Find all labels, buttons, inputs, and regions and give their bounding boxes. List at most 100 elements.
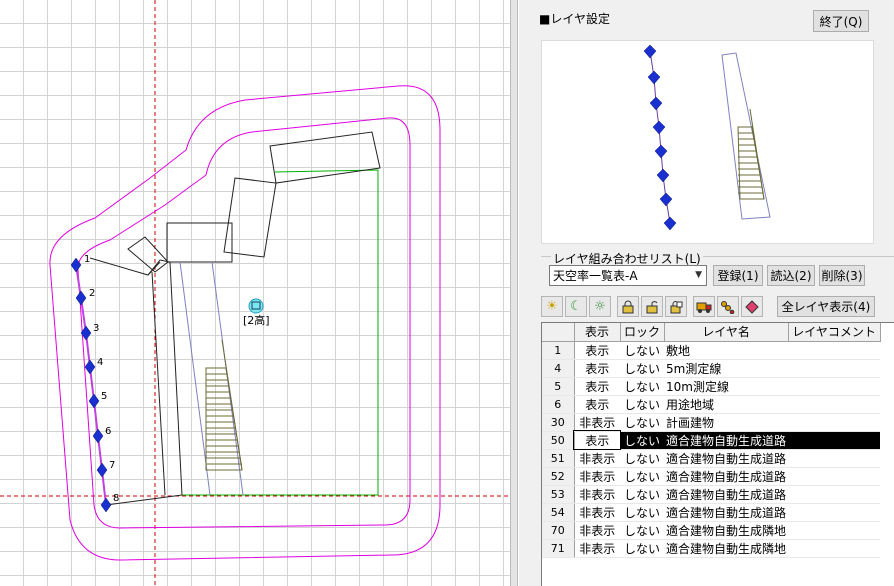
visibility-cell[interactable]: 表示 [574,341,620,360]
lock-icon[interactable] [617,296,639,317]
table-row[interactable]: 53 非表示 しない 適合建物自動生成道路 [542,485,881,504]
row-number: 70 [542,521,575,540]
sun-moon-icon[interactable]: ☼ [589,296,611,317]
sun-icon[interactable]: ☀ [541,296,563,317]
visibility-cell[interactable]: 非表示 [574,449,620,468]
floor-marker-icon[interactable] [248,298,264,314]
layer-comment-cell[interactable] [788,485,881,504]
layer-comment-cell[interactable] [788,449,881,468]
lock-cell[interactable]: しない [620,359,664,378]
visibility-cell[interactable]: 非表示 [574,503,620,522]
layer-name-cell[interactable]: 適合建物自動生成道路 [664,449,789,468]
visibility-cell[interactable]: 非表示 [574,485,620,504]
visibility-cell[interactable]: 非表示 [574,467,620,486]
layer-name-cell[interactable]: 計画建物 [664,413,789,432]
layer-comment-cell[interactable] [788,431,881,450]
visibility-cell[interactable]: 非表示 [574,521,620,540]
truck-icon[interactable] [693,296,715,317]
layer-name-cell[interactable]: 適合建物自動生成隣地 [664,521,789,540]
table-row[interactable]: 51 非表示 しない 適合建物自動生成道路 [542,449,881,468]
delete-button[interactable]: 削除(3) [819,265,865,286]
visibility-cell[interactable]: 表示 [574,395,620,414]
table-row[interactable]: 71 非表示 しない 適合建物自動生成隣地 [542,539,881,558]
layer-comment-cell[interactable] [788,467,881,486]
lock-cell[interactable]: しない [620,377,664,396]
visibility-cell[interactable]: 表示 [573,430,621,450]
layer-comment-cell[interactable] [788,539,881,558]
chain-icon[interactable] [717,296,739,317]
row-number: 5 [542,377,575,396]
diamond-icon[interactable] [741,296,763,317]
visibility-cell[interactable]: 表示 [574,359,620,378]
combination-list-value: 天空率一覧表-A [553,269,638,283]
layer-name-cell[interactable]: 10m測定線 [664,377,789,396]
lock-cell[interactable]: しない [620,521,664,540]
load-button[interactable]: 読込(2) [767,265,815,286]
layer-name-cell[interactable]: 適合建物自動生成道路 [664,485,789,504]
site-outline [89,257,378,506]
drawing-canvas[interactable]: 1 2 3 4 5 6 7 8 [2高] [0,0,510,586]
lock-cell[interactable]: しない [620,503,664,522]
measurement-point-marker[interactable] [96,462,108,478]
register-button[interactable]: 登録(1) [713,265,763,286]
table-row[interactable]: 1 表示 しない 敷地 [542,341,881,360]
column-header-lock[interactable]: ロック [620,323,665,342]
lock-cell[interactable]: しない [620,413,664,432]
table-row[interactable]: 54 非表示 しない 適合建物自動生成道路 [542,503,881,522]
layer-comment-cell[interactable] [788,359,881,378]
layer-comment-cell[interactable] [788,377,881,396]
unlock-icon[interactable] [641,296,663,317]
visibility-cell[interactable]: 非表示 [574,413,620,432]
measurement-point-marker[interactable] [84,359,96,375]
point-label: 7 [109,460,115,471]
table-row[interactable]: 70 非表示 しない 適合建物自動生成隣地 [542,521,881,540]
combination-list-select[interactable]: 天空率一覧表-A ▼ [549,265,707,286]
column-header-visibility[interactable]: 表示 [574,323,621,342]
layer-name-cell[interactable]: 適合建物自動生成道路 [664,431,789,450]
table-row[interactable]: 6 表示 しない 用途地域 [542,395,881,414]
lock-cell[interactable]: しない [620,341,664,360]
layer-name-cell[interactable]: 適合建物自動生成道路 [664,503,789,522]
layer-comment-cell[interactable] [788,503,881,522]
row-number: 51 [542,449,575,468]
column-header-layer-name[interactable]: レイヤ名 [664,323,789,342]
layer-comment-cell[interactable] [788,395,881,414]
row-number: 1 [542,341,575,360]
lock-cell[interactable]: しない [620,485,664,504]
table-row[interactable]: 4 表示 しない 5m測定線 [542,359,881,378]
lock-cell[interactable]: しない [620,467,664,486]
measurement-point-marker[interactable] [75,290,87,306]
lock-cell[interactable]: しない [620,539,664,558]
show-all-layers-button[interactable]: 全レイヤ表示(4) [777,296,875,317]
layer-comment-cell[interactable] [788,413,881,432]
layer-name-cell[interactable]: 5m測定線 [664,359,789,378]
table-row[interactable]: 5 表示 しない 10m測定線 [542,377,881,396]
site-plan-drawing: 1 2 3 4 5 6 7 8 [2高] [0,0,510,586]
layer-comment-cell[interactable] [788,341,881,360]
measurement-point-marker[interactable] [92,428,104,444]
moon-icon[interactable]: ☾ [565,296,587,317]
close-button[interactable]: 終了(Q) [813,10,869,32]
panel-splitter[interactable] [510,0,518,586]
lock-cell[interactable]: しない [620,395,664,414]
layer-name-cell[interactable]: 適合建物自動生成道路 [664,467,789,486]
column-header-comment[interactable]: レイヤコメント [788,323,881,342]
visibility-cell[interactable]: 非表示 [574,539,620,558]
point-label: 5 [101,391,107,402]
measurement-point-marker[interactable] [88,393,100,409]
preview-point-marker [643,44,657,59]
table-row-selected[interactable]: 50 表示 しない 適合建物自動生成道路 [542,430,881,450]
chevron-down-icon[interactable]: ▼ [695,270,702,280]
lock-cell[interactable]: しない [620,449,664,468]
lock-toggle-icon[interactable] [665,296,687,317]
row-number: 71 [542,539,575,558]
table-row[interactable]: 52 非表示 しない 適合建物自動生成道路 [542,467,881,486]
measurement-point-marker[interactable] [100,497,112,513]
visibility-cell[interactable]: 表示 [574,377,620,396]
layer-comment-cell[interactable] [788,521,881,540]
table-row[interactable]: 30 非表示 しない 計画建物 [542,413,881,432]
layer-name-cell[interactable]: 敷地 [664,341,789,360]
layer-name-cell[interactable]: 適合建物自動生成隣地 [664,539,789,558]
layer-name-cell[interactable]: 用途地域 [664,395,789,414]
lock-cell[interactable]: しない [620,431,664,450]
